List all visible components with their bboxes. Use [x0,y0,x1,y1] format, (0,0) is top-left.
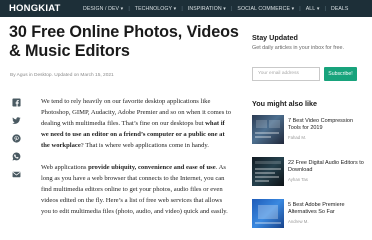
chevron-down-icon: ▾ [291,5,295,12]
related-item-author: Andrew M. [288,219,309,224]
nav-item-deals[interactable]: DEALS [326,0,354,17]
nav-item-label: TECHNOLOGY [134,5,173,12]
newsletter-title: Stay Updated [252,33,298,42]
nav-item-label: DESIGN / DEV [83,5,120,12]
nav-item-label: ALL [305,5,316,12]
twitter-share-button[interactable] [11,115,21,125]
article-byline: By Agus in Desktop. Updated on March 15,… [10,73,114,78]
nav-item-label: SOCIAL COMMERCE [237,5,291,12]
email-icon [12,171,20,177]
related-thumbnail[interactable] [252,115,284,144]
paragraph-text: ? That is where web applications come in… [80,142,209,150]
nav-item-label: DEALS [330,5,349,12]
related-item-author: Fahad M. [288,135,307,140]
paragraph-text: Web applications [41,163,89,171]
site-logo[interactable]: HONGKIAT [9,3,61,14]
main-nav: DESIGN / DEV ▾ | TECHNOLOGY ▾ | INSPIRAT… [78,0,353,17]
nav-item-all[interactable]: ALL ▾ [301,0,325,17]
chevron-down-icon: ▾ [173,5,177,12]
article-body: We tend to rely heavily on our favorite … [41,96,233,228]
email-input[interactable]: Your email address [252,67,320,81]
chevron-down-icon: ▾ [223,5,226,12]
article-paragraph: We tend to rely heavily on our favorite … [41,96,233,151]
nav-item-inspiration[interactable]: INSPIRATION ▾ [183,0,231,17]
pinterest-icon [11,133,21,143]
nav-item-social-commerce[interactable]: SOCIAL COMMERCE ▾ [232,0,299,17]
chevron-down-icon: ▾ [316,5,320,12]
related-item-title[interactable]: 7 Best Video Compression Tools for 2019 [288,118,364,133]
paragraph-bold-text: provide ubiquity, convenience and ease o… [88,163,216,171]
subscribe-button[interactable]: Subscribe! [324,67,357,81]
top-navigation-bar: HONGKIAT DESIGN / DEV ▾ | TECHNOLOGY ▾ |… [0,0,372,17]
pinterest-share-button[interactable] [11,133,21,143]
nav-item-technology[interactable]: TECHNOLOGY ▾ [130,0,182,17]
related-item-title[interactable]: 5 Best Adobe Premiere Alternatives So Fa… [288,202,364,217]
related-thumbnail[interactable] [252,199,284,228]
newsletter-description: Get daily articles in your inbox for fre… [252,45,344,51]
paragraph-text: . As long as you have a web browser that… [41,163,228,216]
twitter-icon [11,116,21,124]
email-share-button[interactable] [11,169,21,179]
whatsapp-icon [12,152,20,160]
paragraph-text: We tend to rely heavily on our favorite … [41,98,232,128]
nav-item-design-dev[interactable]: DESIGN / DEV ▾ [78,0,128,17]
related-heading: You might also like [252,99,317,108]
facebook-share-button[interactable] [11,97,21,107]
nav-item-label: INSPIRATION [187,5,222,12]
whatsapp-share-button[interactable] [11,151,21,161]
related-item-author: Ayhan Tas [288,177,308,182]
related-item-title[interactable]: 22 Free Digital Audio Editors to Downloa… [288,160,364,175]
article-title: 30 Free Online Photos, Videos & Music Ed… [9,23,239,60]
related-thumbnail[interactable] [252,157,284,186]
chevron-down-icon: ▾ [120,5,124,12]
article-paragraph: Web applications provide ubiquity, conve… [41,162,233,217]
facebook-icon [11,97,21,107]
